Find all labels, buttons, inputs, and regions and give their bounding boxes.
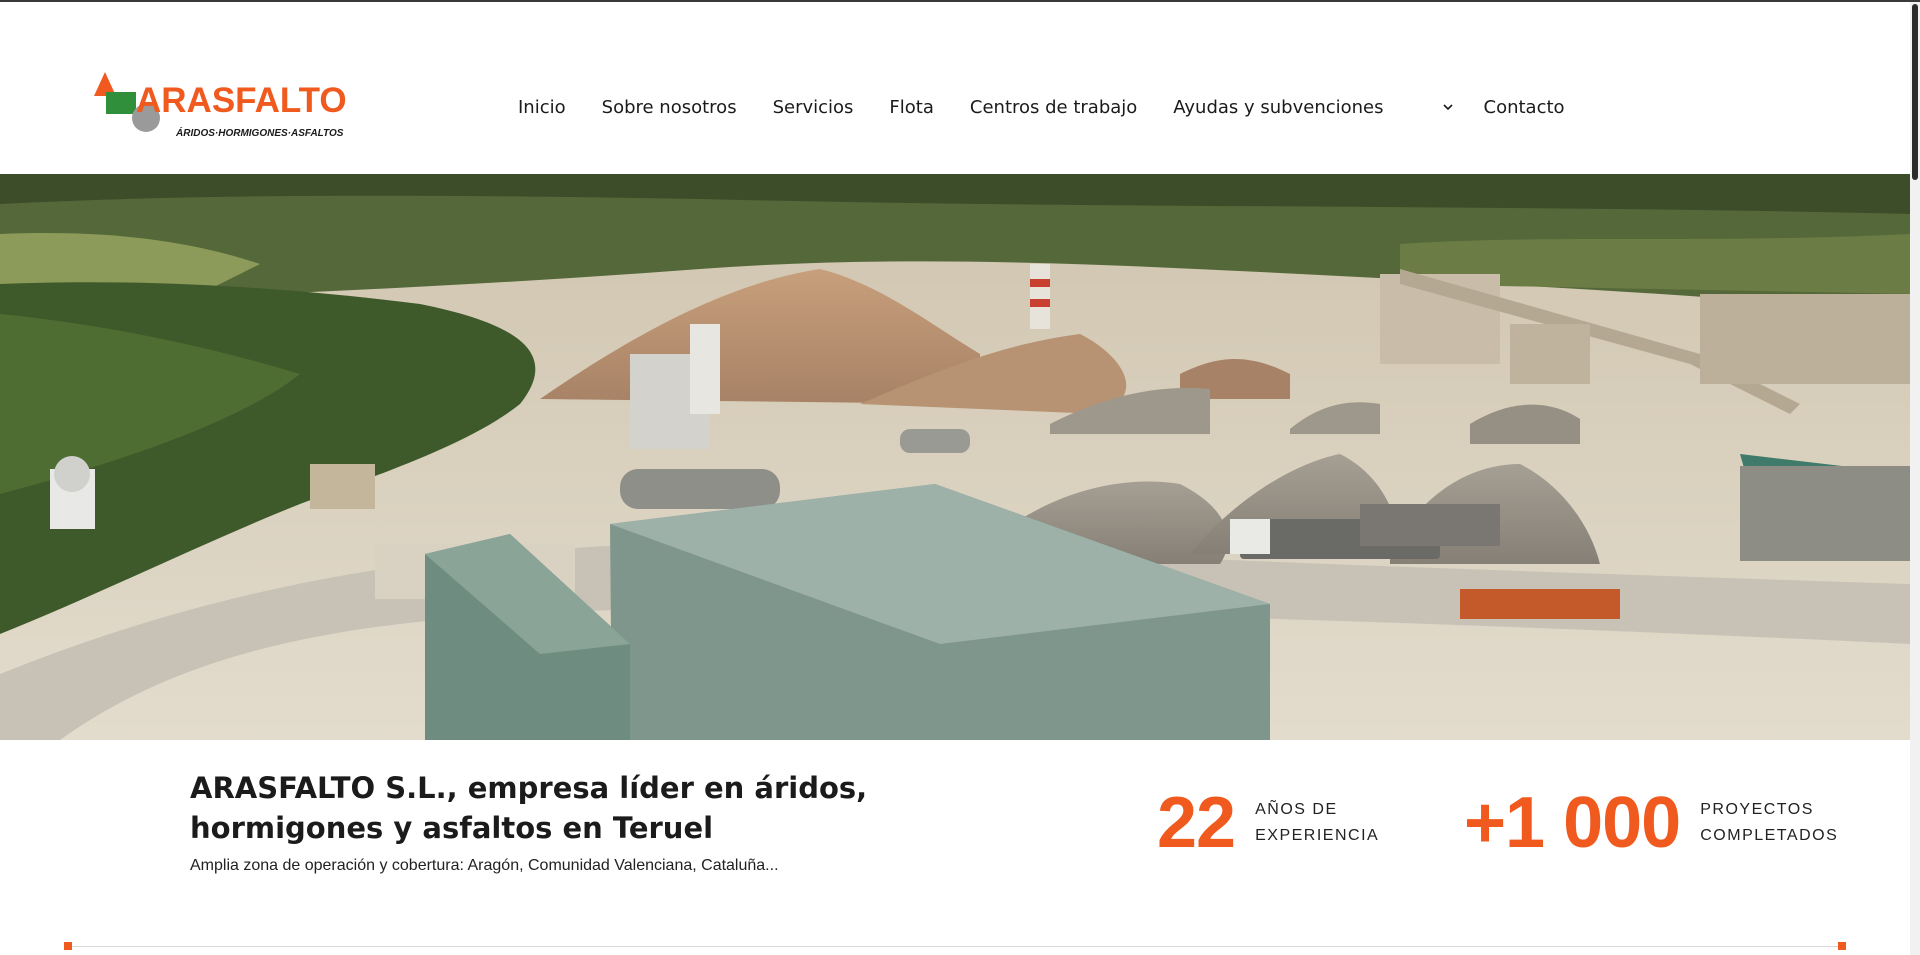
intro-headline: ARASFALTO S.L., empresa líder en áridos,… — [190, 771, 868, 845]
stat-years-experience: 22 AÑOS DE EXPERIENCIA — [1157, 783, 1379, 863]
logo-wordmark: ARASFALTO — [136, 81, 347, 120]
stat-label-line: PROYECTOS — [1700, 801, 1814, 818]
stat-value: +1 000 — [1464, 783, 1681, 863]
stat-label-line: EXPERIENCIA — [1255, 827, 1380, 844]
divider-marker-left — [64, 942, 72, 950]
main-nav: Inicio Sobre nosotros Servicios Flota Ce… — [518, 94, 1565, 120]
arasfalto-logo-icon: ARASFALTO ÁRIDOS·HORMIGONES·ASFALTOS — [94, 72, 347, 139]
stat-label-line: AÑOS DE — [1255, 801, 1338, 818]
stat-projects-completed: +1 000 PROYECTOS COMPLETADOS — [1464, 783, 1838, 863]
divider-marker-right — [1838, 942, 1846, 950]
nav-item-ayudas-y-subvenciones[interactable]: Ayudas y subvenciones — [1173, 97, 1383, 118]
site-logo[interactable]: ARASFALTO ÁRIDOS·HORMIGONES·ASFALTOS — [92, 70, 352, 142]
stat-label-line: COMPLETADOS — [1700, 827, 1839, 844]
intro-section: ARASFALTO S.L., empresa líder en áridos,… — [0, 740, 1910, 955]
quarry-aerial-photo — [0, 174, 1910, 740]
nav-item-contacto[interactable]: Contacto — [1484, 97, 1565, 118]
stat-value: 22 — [1157, 783, 1236, 863]
hero-image — [0, 174, 1910, 740]
section-divider — [66, 946, 1844, 947]
site-header: ARASFALTO ÁRIDOS·HORMIGONES·ASFALTOS Ini… — [0, 2, 1910, 174]
logo-tagline: ÁRIDOS·HORMIGONES·ASFALTOS — [175, 126, 344, 139]
nav-item-servicios[interactable]: Servicios — [773, 97, 854, 118]
intro-subline: Amplia zona de operación y cobertura: Ar… — [190, 857, 779, 874]
nav-item-sobre-nosotros[interactable]: Sobre nosotros — [602, 97, 737, 118]
chevron-down-icon[interactable] — [1442, 101, 1454, 113]
nav-item-flota[interactable]: Flota — [889, 97, 933, 118]
nav-item-centros-de-trabajo[interactable]: Centros de trabajo — [970, 97, 1137, 118]
nav-item-ayudas-dropdown[interactable]: Ayudas y subvenciones — [1173, 97, 1483, 118]
stat-label: PROYECTOS COMPLETADOS — [1700, 797, 1838, 849]
stat-label: AÑOS DE EXPERIENCIA — [1255, 797, 1379, 849]
nav-item-inicio[interactable]: Inicio — [518, 97, 566, 118]
page-scrollbar-thumb[interactable] — [1912, 4, 1918, 180]
